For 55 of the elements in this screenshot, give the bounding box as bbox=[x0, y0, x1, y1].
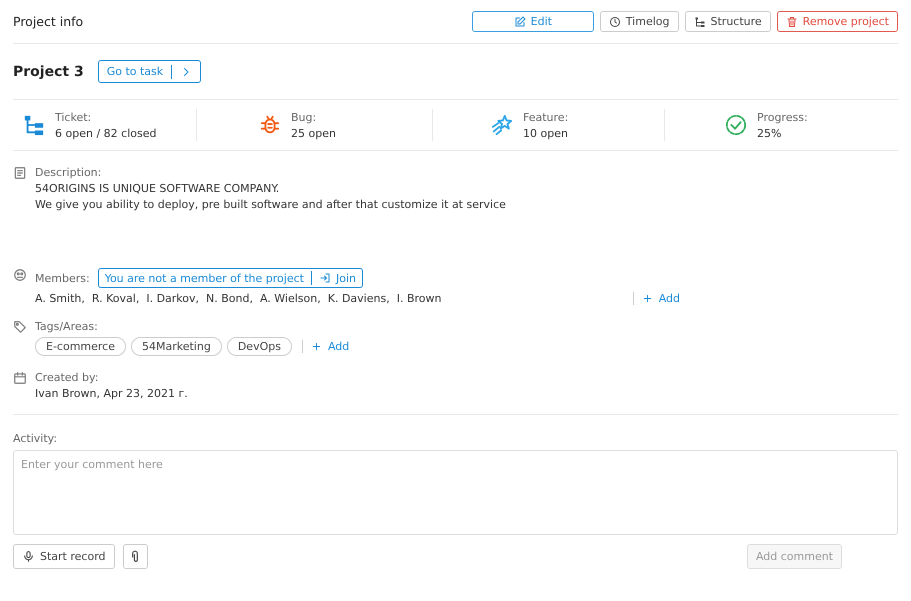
tag-chip[interactable]: DevOps bbox=[226, 337, 292, 356]
comment-field[interactable]: Enter your comment here bbox=[13, 450, 898, 535]
plus-icon bbox=[642, 293, 653, 304]
member-name: I. Darkov, bbox=[146, 292, 200, 305]
membership-notice: You are not a member of the project bbox=[104, 272, 304, 284]
section-label: Members: bbox=[35, 272, 90, 284]
tag-chip[interactable]: E-commerce bbox=[35, 337, 126, 356]
structure-button[interactable]: Structure bbox=[684, 11, 771, 32]
trash-icon bbox=[786, 16, 798, 28]
clock-icon bbox=[608, 16, 621, 28]
created-by-text: Ivan Brown, Apr 23, 2021 г. bbox=[35, 387, 188, 400]
section-label: Created by: bbox=[35, 371, 100, 384]
stat-value: 25% bbox=[757, 126, 782, 140]
join-button[interactable]: Join bbox=[318, 272, 356, 284]
member-name: R. Koval, bbox=[92, 292, 140, 305]
remove-button[interactable]: Remove project bbox=[776, 11, 898, 32]
edit-button[interactable]: Edit bbox=[472, 11, 594, 32]
member-name: A. Smith, bbox=[35, 292, 85, 305]
star-icon bbox=[491, 114, 513, 136]
member-name: A. Wielson, bbox=[260, 292, 321, 305]
stat-label: Feature: bbox=[523, 110, 568, 124]
stat-value: 25 open bbox=[291, 126, 336, 140]
member-name: K. Daviens, bbox=[328, 292, 390, 305]
add-member-button[interactable]: Add bbox=[632, 292, 680, 305]
add-tag-button[interactable]: Add bbox=[302, 340, 350, 353]
description-text: 54ORIGINS IS UNIQUE SOFTWARE COMPANY. bbox=[35, 182, 280, 195]
member-name: N. Bond, bbox=[206, 292, 253, 305]
page-title: Project info bbox=[13, 14, 84, 29]
go-to-task-button[interactable]: Go to task bbox=[98, 60, 202, 83]
stat-value: 10 open bbox=[523, 126, 568, 140]
attach-button[interactable] bbox=[122, 544, 148, 569]
stat-label: Ticket: bbox=[55, 110, 92, 124]
document-icon bbox=[13, 166, 27, 180]
edit-icon bbox=[514, 16, 526, 28]
timelog-button[interactable]: Timelog bbox=[600, 11, 678, 32]
hierarchy-icon bbox=[694, 16, 706, 28]
description-text: We give you ability to deploy, pre built software and after that customize it at service bbox=[35, 198, 506, 211]
login-icon bbox=[318, 272, 331, 284]
section-label: Tags/Areas: bbox=[35, 320, 99, 333]
tag-chip[interactable]: 54Marketing bbox=[131, 337, 222, 356]
stat-value: 6 open / 82 closed bbox=[55, 126, 156, 140]
bug-icon bbox=[259, 114, 281, 136]
tag-icon bbox=[13, 320, 27, 334]
activity-label: Activity: bbox=[13, 432, 58, 445]
project-name: Project 3 bbox=[13, 64, 84, 80]
section-label: Description: bbox=[35, 166, 102, 179]
plus-icon bbox=[310, 341, 322, 352]
hierarchy-icon bbox=[23, 114, 45, 136]
microphone-icon bbox=[22, 550, 35, 563]
stat-label: Progress: bbox=[757, 110, 808, 124]
stat-label: Bug: bbox=[291, 110, 318, 124]
start-record-button[interactable]: Start record bbox=[13, 544, 115, 569]
progress-check-icon bbox=[725, 114, 747, 136]
calendar-icon bbox=[13, 371, 27, 385]
member-name: I. Brown bbox=[396, 292, 442, 305]
